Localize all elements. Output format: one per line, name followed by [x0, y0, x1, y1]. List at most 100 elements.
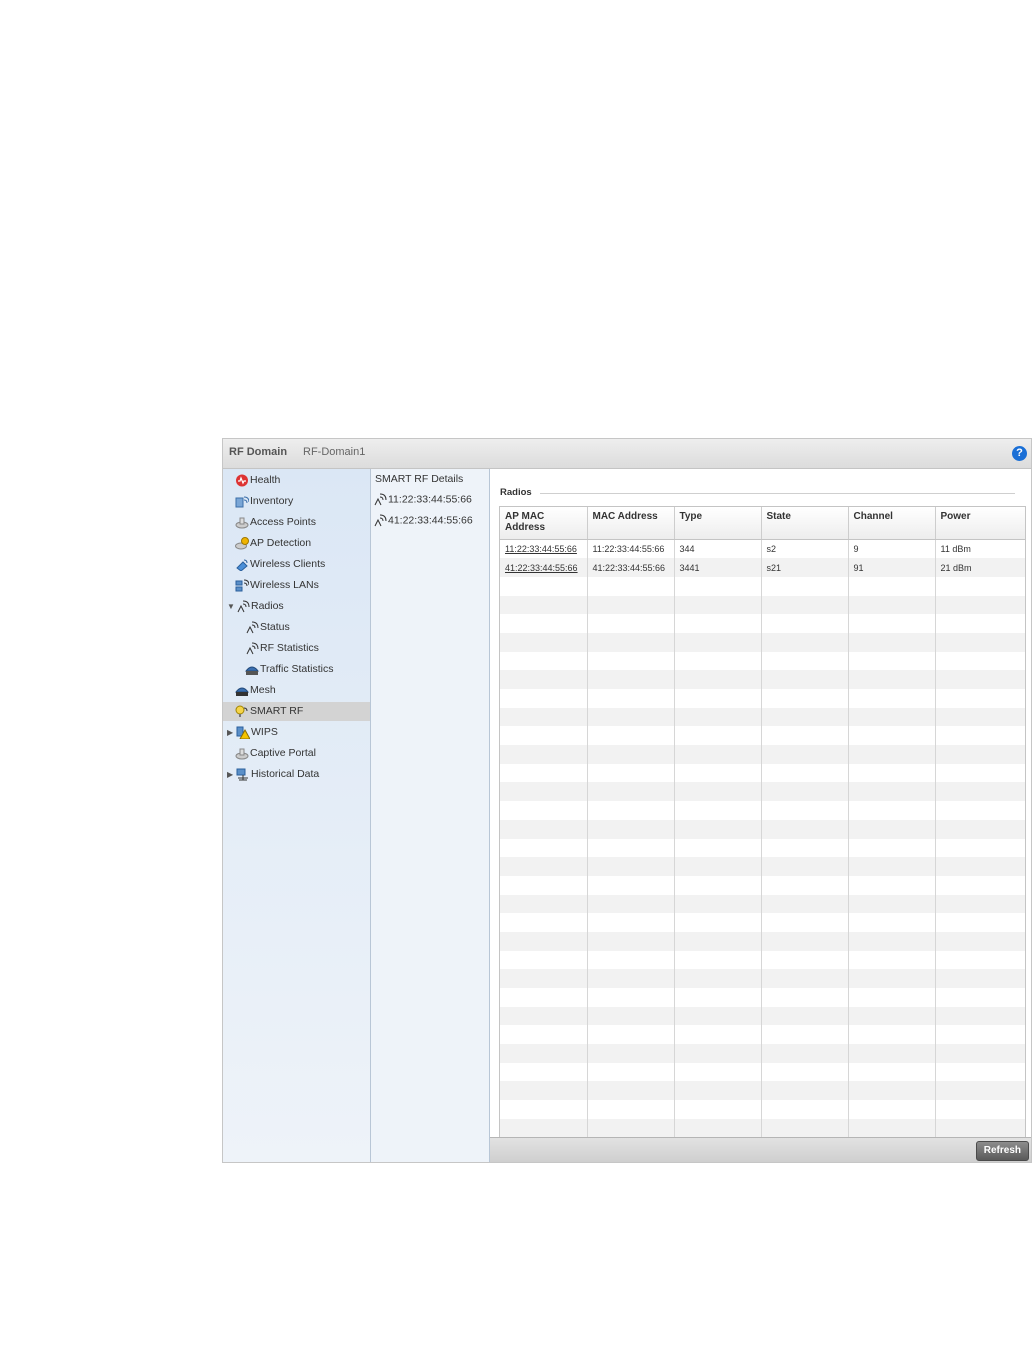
sidebar-item-wips[interactable]: ▶ WIPS	[223, 723, 370, 742]
sidebar-item-label: Status	[260, 621, 290, 633]
empty-table-row	[500, 801, 1025, 820]
empty-cell	[761, 1062, 849, 1082]
empty-cell	[761, 1044, 849, 1063]
mac-address-cell: 41:22:33:44:55:66	[587, 558, 675, 577]
table-row[interactable]: 41:22:33:44:55:66 41:22:33:44:55:66 3441…	[500, 558, 1025, 577]
empty-table-row	[500, 1062, 1025, 1082]
type-cell: 3441	[674, 558, 762, 577]
empty-cell	[674, 632, 762, 652]
empty-cell	[935, 1044, 1025, 1063]
empty-table-row	[500, 913, 1025, 932]
help-icon[interactable]: ?	[1012, 446, 1027, 461]
sidebar-item-wireless-lans[interactable]: Wireless LANs	[235, 576, 319, 595]
sidebar-item-wireless-clients[interactable]: Wireless Clients	[235, 555, 325, 574]
empty-table-row	[500, 857, 1025, 876]
column-header-mac-address[interactable]: MAC Address	[587, 507, 675, 540]
page-subtitle: RF-Domain1	[303, 446, 366, 458]
empty-cell	[935, 782, 1025, 802]
empty-cell	[848, 595, 936, 615]
sidebar-item-radios[interactable]: ▼ Radios	[223, 597, 370, 616]
empty-cell	[848, 931, 936, 951]
ap-mac-link[interactable]: 41:22:33:44:55:66	[500, 558, 588, 577]
historical-data-icon	[236, 768, 250, 781]
table-row[interactable]: 11:22:33:44:55:66 11:22:33:44:55:66 344 …	[500, 539, 1025, 559]
radio-icon	[245, 621, 259, 634]
empty-cell	[761, 689, 849, 708]
empty-cell	[761, 801, 849, 820]
empty-cell	[500, 988, 588, 1007]
expand-arrow-icon[interactable]: ▼	[227, 597, 235, 616]
empty-table-row	[500, 838, 1025, 858]
state-cell: s2	[761, 539, 849, 559]
empty-cell	[500, 1025, 588, 1045]
column-header-channel[interactable]: Channel	[848, 507, 936, 540]
access-points-icon	[235, 516, 249, 529]
collapse-arrow-icon[interactable]: ▶	[227, 723, 235, 742]
radio-icon	[373, 514, 387, 527]
sidebar-item-captive-portal[interactable]: Captive Portal	[235, 744, 316, 763]
column-header-type[interactable]: Type	[674, 507, 762, 540]
column-header-power[interactable]: Power	[935, 507, 1025, 540]
sidebar-item-traffic-statistics[interactable]: Traffic Statistics	[244, 660, 334, 679]
empty-table-row	[500, 969, 1025, 988]
wips-icon	[236, 726, 251, 740]
empty-cell	[761, 651, 849, 671]
sidebar-item-ap-detection[interactable]: AP Detection	[235, 534, 311, 553]
empty-cell	[935, 745, 1025, 764]
empty-cell	[761, 745, 849, 764]
empty-cell	[761, 707, 849, 727]
empty-cell	[500, 1006, 588, 1026]
empty-cell	[935, 857, 1025, 876]
refresh-button[interactable]: Refresh	[975, 1141, 1029, 1161]
radio-icon	[373, 493, 387, 506]
ap-mac-link[interactable]: 11:22:33:44:55:66	[500, 539, 588, 559]
sidebar-item-smart-rf[interactable]: SMART RF	[223, 702, 370, 721]
radio-icon	[245, 642, 259, 655]
details-item[interactable]: 11:22:33:44:55:66	[373, 493, 472, 506]
sidebar-item-historical-data[interactable]: ▶ Historical Data	[223, 765, 370, 784]
empty-cell	[674, 726, 762, 746]
empty-cell	[848, 632, 936, 652]
sidebar-item-inventory[interactable]: Inventory	[235, 492, 293, 511]
empty-cell	[761, 576, 849, 596]
empty-cell	[761, 726, 849, 746]
column-header-ap-mac-address[interactable]: AP MAC Address	[500, 507, 588, 540]
empty-cell	[587, 763, 675, 783]
empty-cell	[587, 950, 675, 970]
empty-cell	[674, 1081, 762, 1101]
sidebar-item-label: Traffic Statistics	[260, 663, 334, 675]
sidebar-nav: Health Inventory Access Points AP Detect…	[223, 469, 371, 1162]
details-item[interactable]: 41:22:33:44:55:66	[373, 514, 473, 527]
rf-domain-window: RF Domain RF-Domain1 ? Health Inventory …	[222, 438, 1032, 1163]
sidebar-item-health[interactable]: Health	[235, 471, 280, 490]
empty-cell	[935, 1006, 1025, 1026]
empty-cell	[500, 670, 588, 689]
collapse-arrow-icon[interactable]: ▶	[227, 765, 235, 784]
empty-table-row	[500, 782, 1025, 802]
empty-cell	[935, 1081, 1025, 1101]
sidebar-item-mesh[interactable]: Mesh	[234, 681, 276, 700]
empty-cell	[935, 689, 1025, 708]
sidebar-item-rf-statistics[interactable]: RF Statistics	[245, 639, 319, 658]
table-header-row: AP MAC Address MAC Address Type State Ch…	[500, 507, 1025, 540]
empty-cell	[587, 988, 675, 1007]
sidebar-item-access-points[interactable]: Access Points	[235, 513, 316, 532]
empty-cell	[587, 1118, 675, 1138]
empty-table-row	[500, 1081, 1025, 1101]
empty-table-row	[500, 931, 1025, 951]
sidebar-item-status[interactable]: Status	[245, 618, 290, 637]
empty-cell	[935, 1100, 1025, 1119]
empty-cell	[935, 595, 1025, 615]
empty-cell	[674, 576, 762, 596]
smart-rf-details-panel: SMART RF Details 11:22:33:44:55:66 41:22…	[371, 469, 490, 1162]
empty-cell	[848, 1081, 936, 1101]
empty-cell	[848, 782, 936, 802]
column-header-state[interactable]: State	[761, 507, 849, 540]
type-cell: 344	[674, 539, 762, 559]
empty-cell	[761, 819, 849, 839]
empty-cell	[587, 576, 675, 596]
section-label: Radios	[500, 487, 532, 498]
empty-cell	[674, 651, 762, 671]
channel-cell: 91	[848, 558, 936, 577]
title-bar: RF Domain RF-Domain1 ?	[223, 439, 1031, 469]
